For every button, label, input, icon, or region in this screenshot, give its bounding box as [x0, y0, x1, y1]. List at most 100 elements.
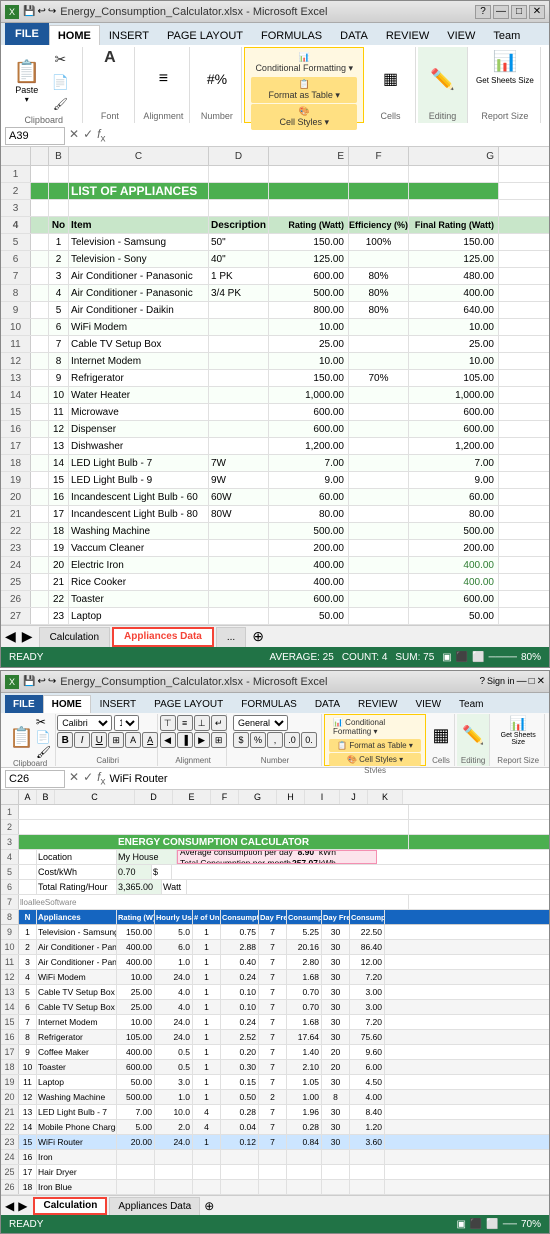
cell-26d[interactable]: [209, 591, 269, 607]
cell2-11-cons[interactable]: 0.40: [221, 955, 259, 969]
tab-home[interactable]: HOME: [49, 25, 100, 45]
cell2-23-freqm[interactable]: 30: [322, 1135, 350, 1149]
tab2-data[interactable]: DATA: [306, 695, 349, 713]
cell2-21-rating[interactable]: 7.00: [117, 1105, 155, 1119]
cell2-10-month[interactable]: 86.40: [350, 940, 385, 954]
cell-14f[interactable]: [349, 387, 409, 403]
cell2-17-n[interactable]: 9: [19, 1045, 37, 1059]
cell2-12-freqm[interactable]: 30: [322, 970, 350, 984]
cell-21a[interactable]: [31, 506, 49, 522]
cell2-22-n[interactable]: 14: [19, 1120, 37, 1134]
cell-20a[interactable]: [31, 489, 49, 505]
cell2-25-freqm[interactable]: [322, 1165, 350, 1179]
cell2-23-hourly[interactable]: 24.0: [155, 1135, 193, 1149]
cell-1e[interactable]: [269, 166, 349, 182]
cell2-11-hourly[interactable]: 1.0: [155, 955, 193, 969]
close-btn[interactable]: ✕: [529, 5, 545, 19]
cell-4b[interactable]: No: [49, 217, 69, 233]
cell-10c[interactable]: WiFi Modem: [69, 319, 209, 335]
cell2-18-hourly[interactable]: 0.5: [155, 1060, 193, 1074]
cell-5d[interactable]: 50": [209, 234, 269, 250]
cell2-9-month[interactable]: 22.50: [350, 925, 385, 939]
cell-25g[interactable]: 400.00: [409, 574, 499, 590]
dec-decrease-btn[interactable]: 0.: [301, 732, 317, 748]
cell2-20-freqw[interactable]: 2: [259, 1090, 287, 1104]
cell-2c[interactable]: LIST OF APPLIANCES: [69, 183, 209, 199]
cell-4e[interactable]: Rating (Watt): [269, 217, 349, 233]
cell2-19-week[interactable]: 1.05: [287, 1075, 322, 1089]
cell2-25-hourly[interactable]: [155, 1165, 193, 1179]
minimize-btn-2[interactable]: —: [517, 676, 527, 687]
format-painter-btn-2[interactable]: 🖌: [36, 745, 51, 759]
cell2-14-freqm[interactable]: 30: [322, 1000, 350, 1014]
cell-21c[interactable]: Incandescent Light Bulb - 80: [69, 506, 209, 522]
cell2-21-app[interactable]: LED Light Bulb - 7: [37, 1105, 117, 1119]
cell2-17-cons[interactable]: 0.20: [221, 1045, 259, 1059]
cell2-4b[interactable]: Location: [37, 850, 117, 864]
cell-8b[interactable]: 4: [49, 285, 69, 301]
cell2-17-hourly[interactable]: 0.5: [155, 1045, 193, 1059]
cell-18a[interactable]: [31, 455, 49, 471]
formula-input-2[interactable]: [109, 773, 545, 785]
cell-2e[interactable]: [269, 183, 349, 199]
align-top-btn[interactable]: ⊤: [160, 715, 176, 731]
cell2-11-week[interactable]: 2.80: [287, 955, 322, 969]
cell2-13-cons[interactable]: 0.10: [221, 985, 259, 999]
cell2-26-cons[interactable]: [221, 1180, 259, 1194]
cell-22g[interactable]: 500.00: [409, 523, 499, 539]
copy-button[interactable]: 📄: [44, 72, 76, 93]
cell2-26-freqm[interactable]: [322, 1180, 350, 1194]
cell-23b[interactable]: 19: [49, 540, 69, 556]
cell-25a[interactable]: [31, 574, 49, 590]
cell2-13-n[interactable]: 5: [19, 985, 37, 999]
cell2-19-rating[interactable]: 50.00: [117, 1075, 155, 1089]
cell2-16-units[interactable]: 1: [193, 1030, 221, 1044]
cell2-21-freqw[interactable]: 7: [259, 1105, 287, 1119]
number-format-select[interactable]: General: [233, 715, 288, 731]
cell-9f[interactable]: 80%: [349, 302, 409, 318]
cell-24d[interactable]: [209, 557, 269, 573]
cell2-10-rating[interactable]: 400.00: [117, 940, 155, 954]
cell2-24-week[interactable]: [287, 1150, 322, 1164]
cell-10g[interactable]: 10.00: [409, 319, 499, 335]
cell-15b[interactable]: 11: [49, 404, 69, 420]
cell-2f[interactable]: [349, 183, 409, 199]
cell-11f[interactable]: [349, 336, 409, 352]
cell-21g[interactable]: 80.00: [409, 506, 499, 522]
undo-icon-2[interactable]: ↩: [37, 676, 45, 687]
cell2-19-cons[interactable]: 0.15: [221, 1075, 259, 1089]
help-icon[interactable]: ?: [475, 5, 491, 19]
cell-23a[interactable]: [31, 540, 49, 556]
format-painter-button[interactable]: 🖌: [44, 95, 76, 113]
fmt-table-btn-2[interactable]: 📋 Format as Table ▾: [329, 739, 421, 752]
cell-19f[interactable]: [349, 472, 409, 488]
cell-1f[interactable]: [349, 166, 409, 182]
cell2-15-units[interactable]: 1: [193, 1015, 221, 1029]
cell-6g[interactable]: 125.00: [409, 251, 499, 267]
cell2-20-hourly[interactable]: 1.0: [155, 1090, 193, 1104]
add-sheet-btn-2[interactable]: ⊕: [204, 1199, 214, 1213]
tab-page-layout[interactable]: PAGE LAYOUT: [158, 25, 252, 45]
sheet-nav-right[interactable]: ▶: [22, 628, 33, 645]
cell-27e[interactable]: 50.00: [269, 608, 349, 624]
cell-18e[interactable]: 7.00: [269, 455, 349, 471]
fx-confirm-icon-2[interactable]: ✓: [83, 770, 93, 787]
cell2-25-month[interactable]: [350, 1165, 385, 1179]
cell2-15-freqw[interactable]: 7: [259, 1015, 287, 1029]
cell-20e[interactable]: 60.00: [269, 489, 349, 505]
cell2-18-rating[interactable]: 600.00: [117, 1060, 155, 1074]
cell-17f[interactable]: [349, 438, 409, 454]
cell2-15-n[interactable]: 7: [19, 1015, 37, 1029]
cell2-16-freqw[interactable]: 7: [259, 1030, 287, 1044]
cell2-19-freqw[interactable]: 7: [259, 1075, 287, 1089]
cell2-9-cons[interactable]: 0.75: [221, 925, 259, 939]
formula-input[interactable]: [109, 130, 545, 142]
cell2-5c[interactable]: 0.70: [117, 865, 152, 879]
cell2-26-rating[interactable]: [117, 1180, 155, 1194]
cell-17d[interactable]: [209, 438, 269, 454]
fill-color-btn[interactable]: A: [125, 732, 141, 748]
cell-15f[interactable]: [349, 404, 409, 420]
cell2-26-units[interactable]: [193, 1180, 221, 1194]
cell-26b[interactable]: 22: [49, 591, 69, 607]
cell2-11-app[interactable]: Air Conditioner - Panasonic 2: [37, 955, 117, 969]
